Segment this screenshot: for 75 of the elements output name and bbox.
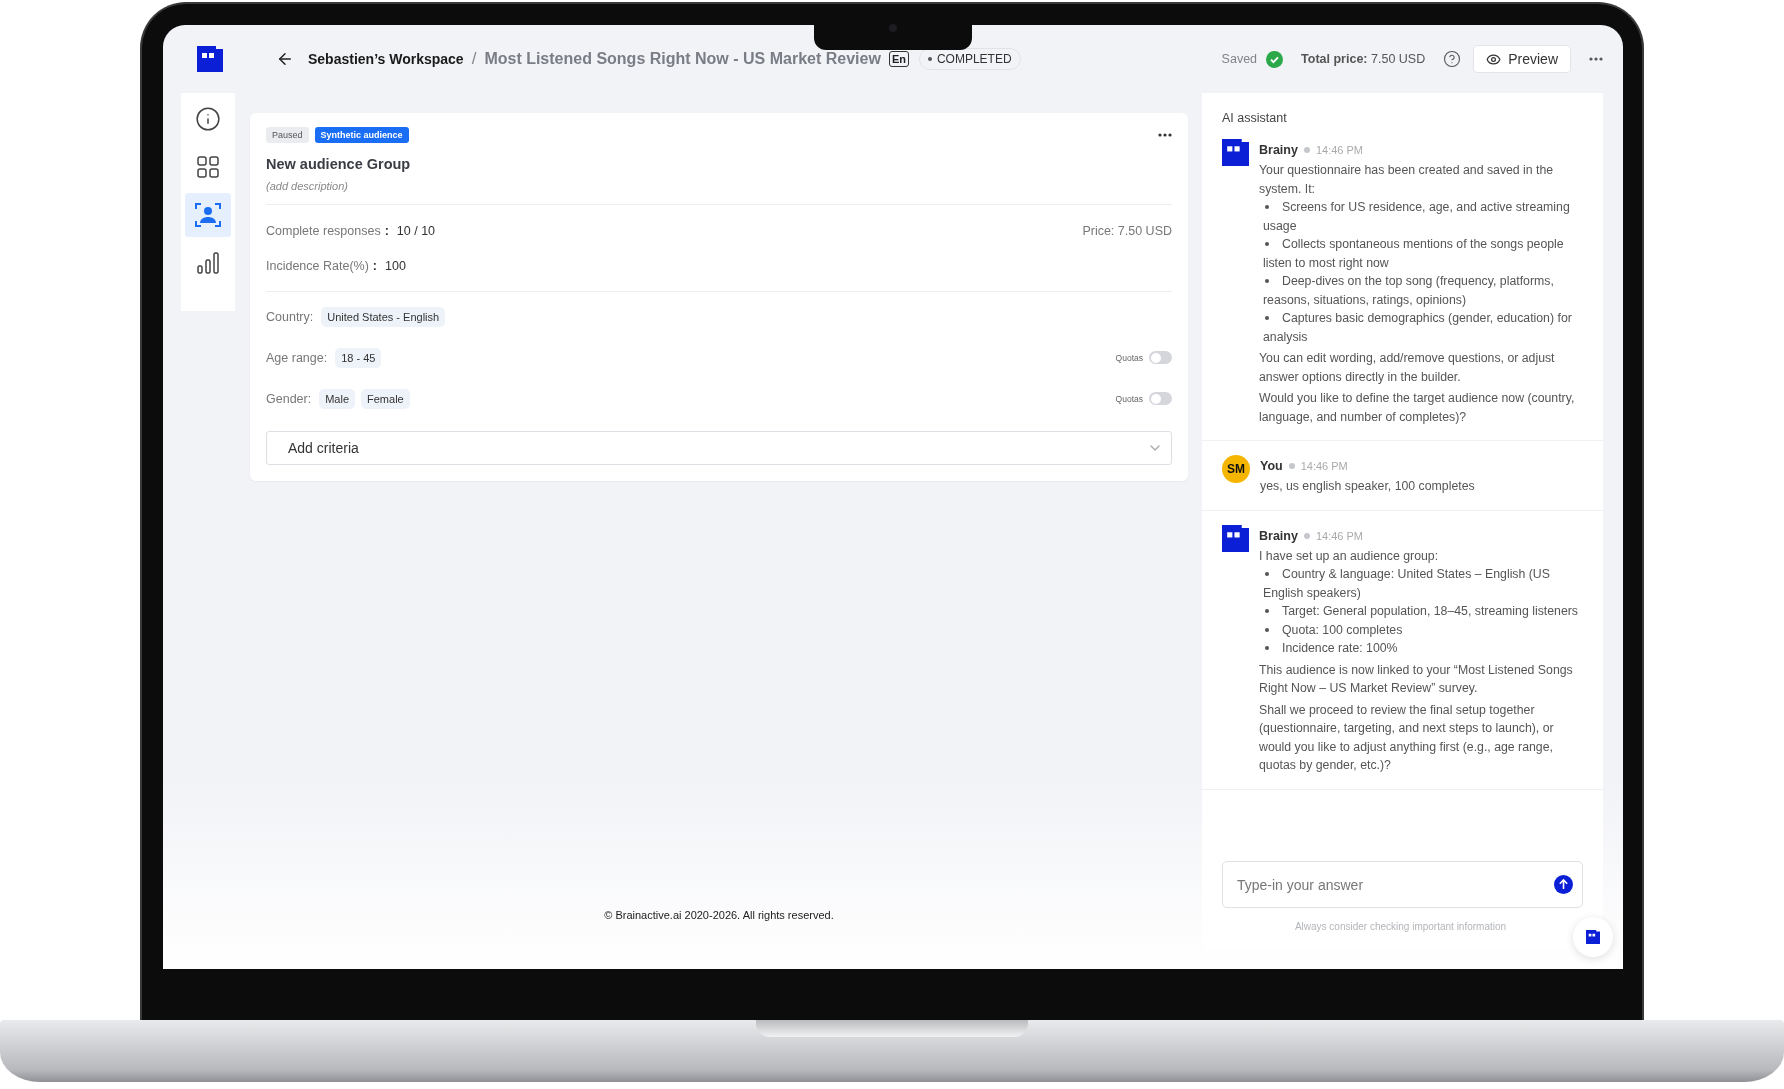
- bar-chart-icon: [196, 251, 220, 275]
- criteria-label: Age range:: [266, 350, 328, 365]
- preview-button[interactable]: Preview: [1473, 45, 1571, 73]
- logo-icon: [1586, 930, 1600, 944]
- bullet-item: Captures basic demographics (gender, education) for analysis: [1262, 310, 1573, 346]
- message-text: Would you like to define the target audience now (country, language, and number of completes)?: [1259, 390, 1576, 426]
- stat-separator: :: [372, 258, 377, 273]
- breadcrumb-separator: /: [471, 49, 477, 69]
- message-text: Your questionnaire has been created and saved in the system. It:: [1259, 162, 1555, 198]
- bullet-item: Screens for US residence, age, and active streaming usage: [1262, 199, 1571, 235]
- bullet-item: Collects spontaneous mentions of the songs people listen to most right now: [1262, 236, 1565, 272]
- bullet-item: Quota: 100 completes: [1259, 620, 1583, 639]
- logo-icon: [197, 46, 223, 72]
- assistant-button[interactable]: [1573, 917, 1613, 957]
- message-time: 14:46 PM: [1315, 529, 1363, 542]
- price-label: Price: 7.50 USD: [1082, 223, 1172, 238]
- grid-icon: [196, 155, 220, 179]
- message-time: 14:46 PM: [1315, 144, 1363, 156]
- user-avatar: SM: [1222, 455, 1250, 483]
- more-button[interactable]: [1158, 133, 1172, 137]
- description-field[interactable]: (add description): [266, 180, 1172, 192]
- message-text: Shall we proceed to review the final setup together (questionnaire, targeting, and next steps to launch), or would you like to adjust anything first (e.g., age range, quotas by gender, etc.)?: [1259, 701, 1555, 774]
- bullet-item: Target: General population, 18–45, streaming listeners: [1259, 602, 1583, 621]
- answer-field[interactable]: Type-in your answer: [1222, 861, 1583, 908]
- message-author: You: [1260, 459, 1283, 473]
- disclaimer-text: Always consider checking important information: [1293, 921, 1508, 932]
- quotas-label: Quotas: [1115, 352, 1143, 363]
- stat-label: Complete responses: [266, 223, 381, 238]
- quotas-toggle[interactable]: [1149, 392, 1172, 405]
- message-author: Brainy: [1259, 528, 1298, 543]
- stat-label: Incidence Rate(%): [266, 258, 369, 273]
- criteria-chip: United States - English: [321, 306, 446, 327]
- arrow-up-icon: [1554, 875, 1573, 894]
- message-text: You can edit wording, add/remove questions, or adjust answer options directly in the builder.: [1259, 350, 1556, 386]
- message-text: This audience is now linked to your “Most Listened Songs Right Now – US Market Review” survey.: [1259, 661, 1574, 697]
- criteria-label: Gender:: [266, 391, 312, 406]
- criteria-chip: 18 - 45: [335, 347, 382, 368]
- saved-label: Saved: [1221, 52, 1258, 66]
- check-icon: [1266, 50, 1284, 68]
- back-button[interactable]: [276, 50, 294, 68]
- language-badge[interactable]: En: [888, 51, 909, 67]
- message-author: Brainy: [1259, 143, 1298, 157]
- status-tag: Paused: [266, 127, 309, 143]
- eye-icon: [1486, 51, 1502, 67]
- message-text: yes, us english speaker, 100 completes: [1260, 478, 1476, 495]
- send-button[interactable]: [1554, 875, 1573, 894]
- criteria-chip: Female: [361, 388, 410, 409]
- status-tag: Synthetic audience: [314, 127, 409, 143]
- more-icon: [1589, 57, 1603, 61]
- more-button[interactable]: [1589, 57, 1603, 61]
- message-text: I have set up an audience group:: [1259, 547, 1440, 565]
- bullet-item: Incidence rate: 100%: [1259, 639, 1583, 658]
- more-icon: [1158, 133, 1172, 137]
- quotas-label: Quotas: [1115, 393, 1143, 404]
- person-frame-icon: [195, 202, 221, 228]
- criteria-label: Country:: [266, 309, 314, 324]
- quotas-toggle[interactable]: [1149, 351, 1172, 364]
- info-icon: [195, 106, 221, 132]
- criteria-chip: Male: [319, 388, 355, 409]
- stat-separator: :: [384, 223, 389, 238]
- message-time: 14:46 PM: [1300, 460, 1348, 472]
- survey-title: Most Listened Songs Right Now - US Market Review: [484, 50, 881, 68]
- total-price: Total price: 7.50 USD: [1301, 52, 1426, 66]
- copyright-text: © Brainactive.ai 2020-2026. All rights reserved.: [603, 909, 835, 921]
- help-button[interactable]: [1443, 50, 1462, 68]
- stat-value: 10 / 10: [396, 223, 436, 238]
- assistant-avatar: [1222, 524, 1249, 552]
- workspace-link[interactable]: Sebastien’s Workspace: [308, 51, 464, 67]
- bullet-item: Deep-dives on the top song (frequency, platforms, reasons, situations, ratings, opinions): [1262, 273, 1555, 309]
- group-name: New audience Group: [266, 156, 412, 172]
- stat-value: 100: [385, 258, 406, 273]
- panel-title: AI assistant: [1221, 110, 1288, 127]
- bullet-item: Country & language: United States – English (US English speakers): [1262, 566, 1551, 602]
- add-criteria-select[interactable]: Add criteria: [266, 431, 1172, 465]
- assistant-avatar: [1222, 139, 1249, 166]
